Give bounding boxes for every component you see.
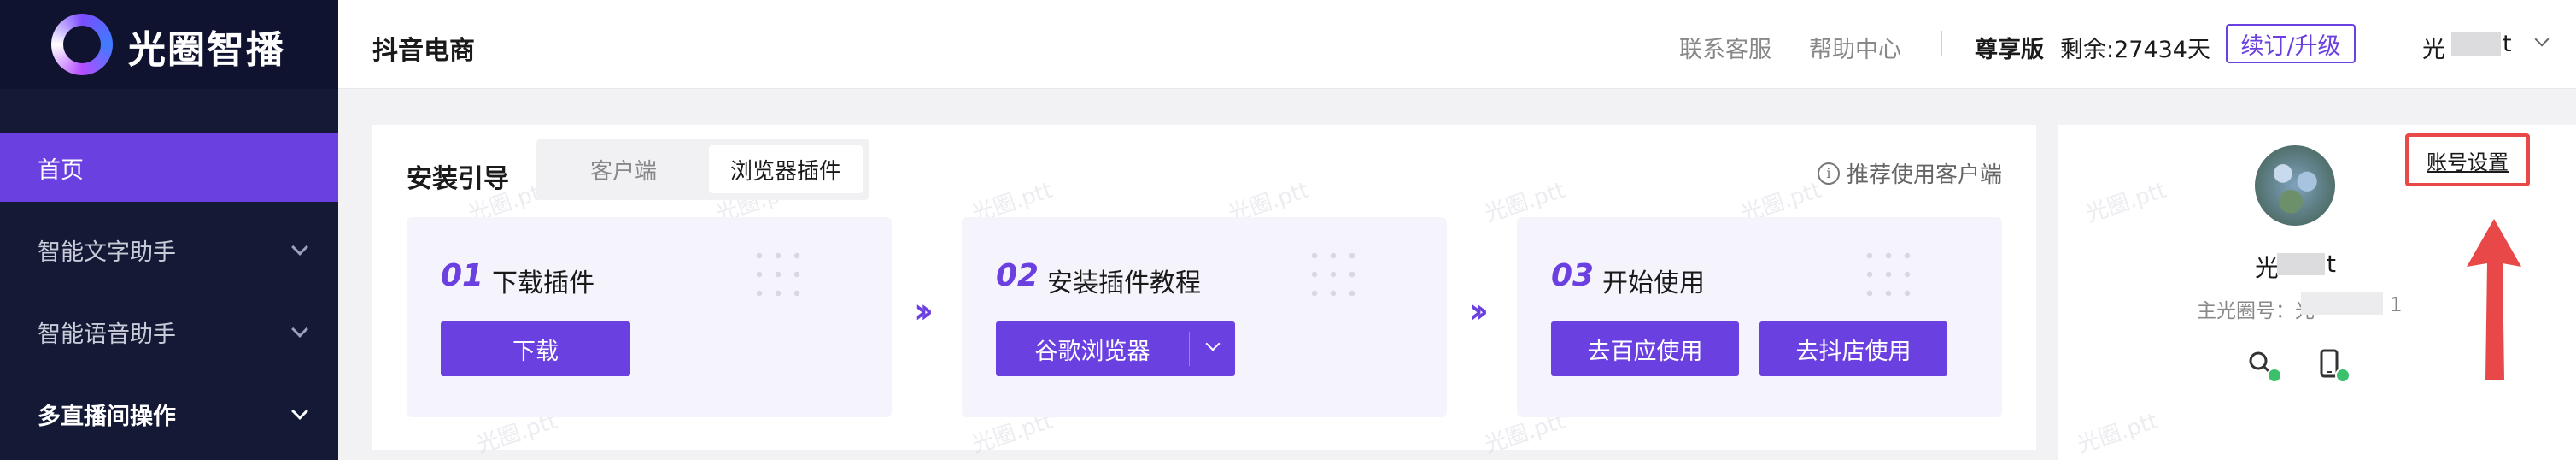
account-id-suffix: 1 bbox=[2390, 294, 2403, 316]
user-name-redacted bbox=[2451, 32, 2501, 56]
chevron-down-icon bbox=[291, 321, 308, 338]
verified-check-icon bbox=[2335, 368, 2351, 383]
help-center-link[interactable]: 帮助中心 bbox=[1809, 31, 1901, 64]
chevron-down-icon[interactable] bbox=[1205, 336, 1221, 351]
tab-client[interactable]: 客户端 bbox=[543, 145, 704, 193]
avatar[interactable] bbox=[2255, 145, 2335, 226]
account-id-label: 主光圈号：光 bbox=[2197, 300, 2315, 322]
brand-name: 光圈智播 bbox=[128, 28, 285, 72]
sidebar-item-label: 首页 bbox=[38, 156, 84, 184]
account-name-prefix: 光 bbox=[2255, 254, 2280, 282]
remaining-days: 剩余:27434天 bbox=[2060, 37, 2210, 63]
info-icon: i bbox=[1817, 162, 1840, 185]
watermark: 光圈.ptt bbox=[2074, 408, 2162, 459]
dot-pattern bbox=[1860, 246, 1917, 303]
account-card: 光圈.ptt 光圈.ptt 账号设置 光 t 主光圈号：光 1 bbox=[2058, 125, 2576, 460]
sidebar-item-label: 智能文字助手 bbox=[38, 239, 176, 266]
use-baiying-button[interactable]: 去百应使用 bbox=[1551, 321, 1739, 376]
sidebar: 光圈智播 首页 智能文字助手 智能语音助手 多直播间操作 bbox=[0, 0, 338, 460]
renew-upgrade-button[interactable]: 续订/升级 bbox=[2226, 24, 2356, 63]
recommend-label: 推荐使用客户端 bbox=[1846, 162, 2002, 188]
step-number: 01 bbox=[441, 258, 484, 293]
account-settings-label: 账号设置 bbox=[2427, 150, 2509, 174]
split-divider bbox=[1189, 332, 1190, 366]
install-guide-card: 光圈.ptt 光圈.ptt 光圈.ptt 光圈.ptt 光圈.ptt 光圈.pt… bbox=[372, 125, 2036, 458]
step-title: 开始使用 bbox=[1602, 268, 1705, 298]
dot-pattern bbox=[1305, 246, 1361, 303]
use-doudian-button[interactable]: 去抖店使用 bbox=[1759, 321, 1947, 376]
recommend-client-link[interactable]: i 推荐使用客户端 bbox=[1817, 157, 2002, 189]
step-title: 下载插件 bbox=[492, 268, 594, 298]
search-verified-icon[interactable] bbox=[2246, 349, 2282, 383]
phone-verified-icon[interactable] bbox=[2315, 349, 2351, 383]
section-title: 安装引导 bbox=[407, 164, 509, 194]
download-button[interactable]: 下载 bbox=[441, 321, 630, 376]
user-name-prefix[interactable]: 光 bbox=[2422, 31, 2445, 64]
logo-bar: 光圈智播 bbox=[0, 0, 338, 89]
account-settings-link[interactable]: 账号设置 bbox=[2405, 133, 2530, 186]
chevron-down-icon[interactable] bbox=[2534, 32, 2550, 47]
logo-ring-icon bbox=[51, 14, 113, 75]
sidebar-item-text-assistant[interactable]: 智能文字助手 bbox=[0, 215, 338, 284]
top-header: 抖音电商 联系客服 帮助中心 尊享版 剩余:27434天 续订/升级 光 t bbox=[338, 0, 2576, 89]
account-name-redacted bbox=[2277, 253, 2325, 275]
plan-badge: 尊享版 bbox=[1975, 37, 2044, 63]
sidebar-item-label: 智能语音助手 bbox=[38, 321, 176, 348]
account-name-suffix: t bbox=[2327, 250, 2336, 278]
install-tabs: 客户端 浏览器插件 bbox=[536, 139, 869, 200]
sidebar-item-voice-assistant[interactable]: 智能语音助手 bbox=[0, 298, 338, 366]
sidebar-item-multi-room[interactable]: 多直播间操作 bbox=[0, 380, 338, 448]
step-number: 03 bbox=[1551, 258, 1595, 293]
account-id-redacted bbox=[2301, 292, 2383, 315]
header-divider bbox=[1941, 31, 1942, 56]
double-chevron-right-icon: ›› bbox=[1469, 292, 1489, 331]
verified-check-icon bbox=[2267, 368, 2282, 383]
step-card-download: 01 下载插件 下载 bbox=[407, 217, 892, 417]
page-title: 抖音电商 bbox=[372, 36, 475, 66]
dot-pattern bbox=[750, 246, 806, 303]
step-card-start-using: 03 开始使用 去百应使用 去抖店使用 bbox=[1517, 217, 2002, 417]
contact-support-link[interactable]: 联系客服 bbox=[1679, 31, 1771, 64]
chevron-down-icon bbox=[291, 239, 308, 256]
tab-browser-plugin[interactable]: 浏览器插件 bbox=[709, 145, 863, 193]
step-card-install-tutorial: 02 安装插件教程 谷歌浏览器 bbox=[962, 217, 1447, 417]
red-up-arrow-icon bbox=[2467, 219, 2521, 380]
chrome-browser-split-button[interactable]: 谷歌浏览器 bbox=[996, 321, 1235, 376]
watermark: 光圈.ptt bbox=[2082, 177, 2170, 228]
step-title: 安装插件教程 bbox=[1047, 268, 1201, 298]
user-name-suffix[interactable]: t bbox=[2503, 31, 2512, 57]
chevron-down-icon bbox=[291, 403, 308, 420]
double-chevron-right-icon: ›› bbox=[914, 292, 934, 331]
sidebar-item-label: 多直播间操作 bbox=[38, 403, 176, 430]
step-number: 02 bbox=[996, 258, 1039, 293]
sidebar-item-home[interactable]: 首页 bbox=[0, 133, 338, 202]
chrome-browser-label[interactable]: 谷歌浏览器 bbox=[996, 333, 1189, 366]
